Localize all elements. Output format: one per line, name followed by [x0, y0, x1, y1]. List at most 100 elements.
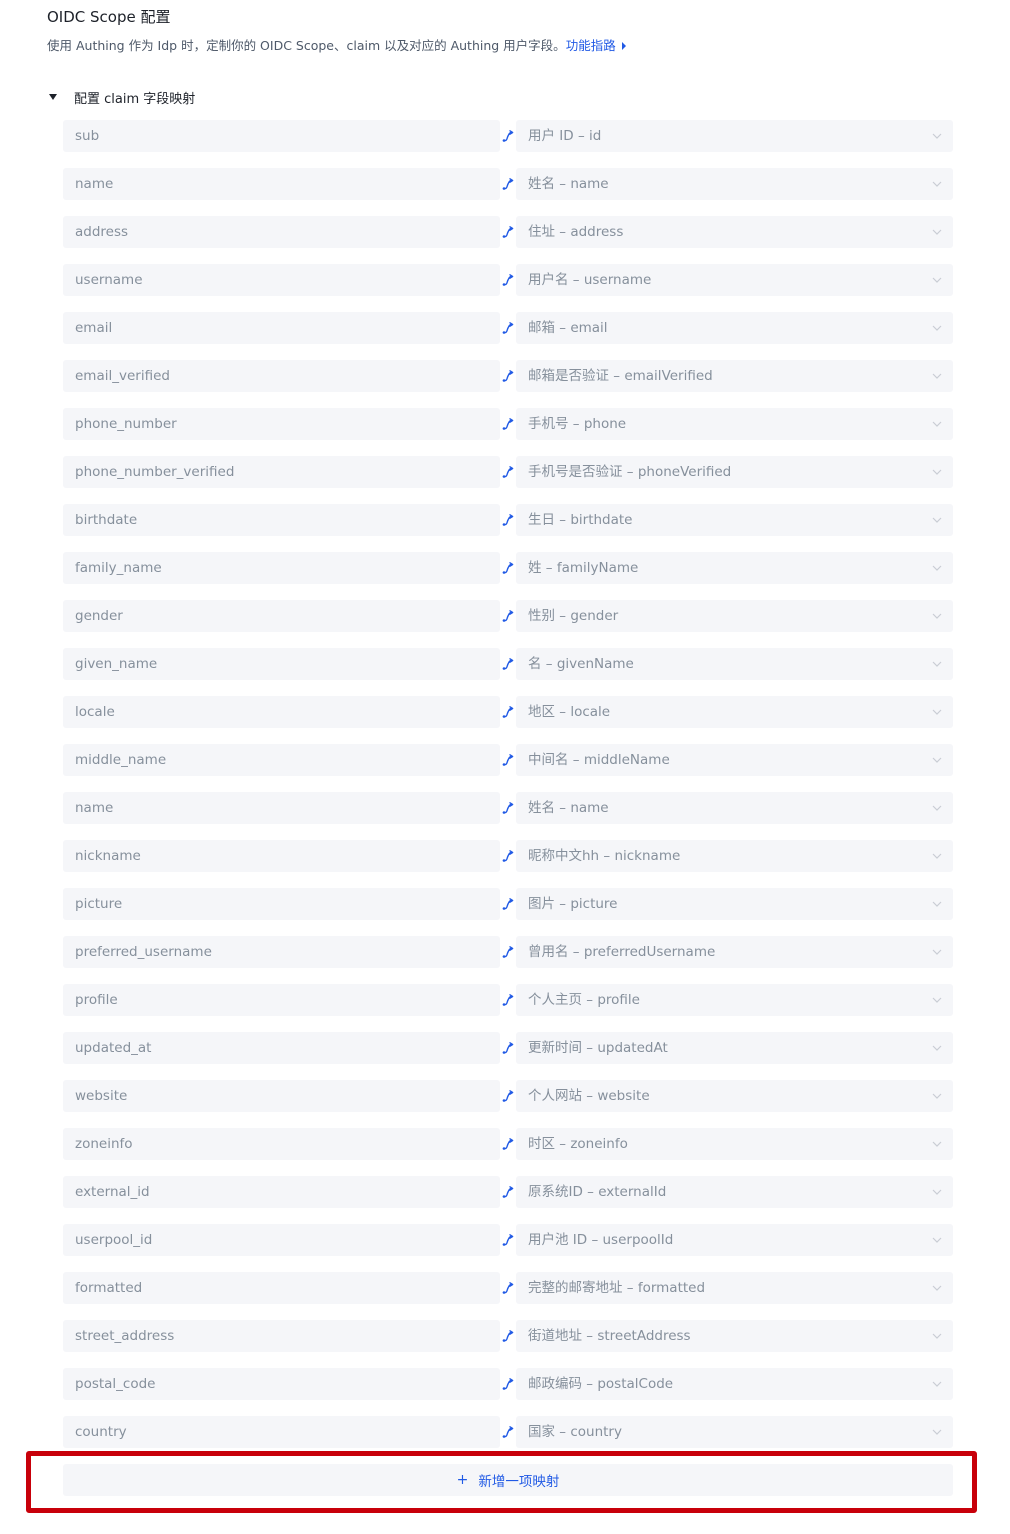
user-field-value: 手机号是否验证 – phoneVerified [528, 464, 732, 480]
user-field-select[interactable]: 地区 – locale [516, 696, 953, 728]
map-arrow-icon [500, 936, 516, 968]
user-field-select[interactable]: 邮箱 – email [516, 312, 953, 344]
user-field-select[interactable]: 个人主页 – profile [516, 984, 953, 1016]
mapping-row: given_name 名 – givenName [63, 648, 953, 680]
claim-input[interactable]: sub [63, 120, 500, 152]
claim-input[interactable]: formatted [63, 1272, 500, 1304]
map-arrow-icon [500, 264, 516, 296]
claim-mapping-section-toggle[interactable]: 配置 claim 字段映射 [47, 87, 195, 107]
user-field-value: 原系统ID – externalId [528, 1184, 667, 1200]
claim-input[interactable]: given_name [63, 648, 500, 680]
user-field-value: 个人网站 – website [528, 1088, 650, 1104]
user-field-select[interactable]: 原系统ID – externalId [516, 1176, 953, 1208]
mapping-row: updated_at 更新时间 – updatedAt [63, 1032, 953, 1064]
guide-link[interactable]: 功能指路 [566, 38, 616, 53]
chevron-down-icon [932, 613, 942, 619]
mapping-row: name 姓名 – name [63, 168, 953, 200]
mapping-row: family_name 姓 – familyName [63, 552, 953, 584]
chevron-down-icon [932, 469, 942, 475]
user-field-value: 国家 – country [528, 1424, 622, 1440]
map-arrow-icon [500, 840, 516, 872]
mapping-row: preferred_username 曾用名 – preferredUsernam… [63, 936, 953, 968]
user-field-select[interactable]: 图片 – picture [516, 888, 953, 920]
claim-input[interactable]: middle_name [63, 744, 500, 776]
user-field-select[interactable]: 姓名 – name [516, 168, 953, 200]
chevron-down-icon [932, 901, 942, 907]
user-field-value: 姓 – familyName [528, 560, 639, 576]
claim-input[interactable]: gender [63, 600, 500, 632]
claim-input[interactable]: zoneinfo [63, 1128, 500, 1160]
mapping-row: email_verified 邮箱是否验证 – emailVerified [63, 360, 953, 392]
user-field-value: 街道地址 – streetAddress [528, 1328, 691, 1344]
user-field-value: 生日 – birthdate [528, 512, 633, 528]
user-field-select[interactable]: 姓 – familyName [516, 552, 953, 584]
chevron-down-icon [932, 181, 942, 187]
map-arrow-icon [500, 504, 516, 536]
user-field-select[interactable]: 中间名 – middleName [516, 744, 953, 776]
claim-input[interactable]: website [63, 1080, 500, 1112]
user-field-select[interactable]: 国家 – country [516, 1416, 953, 1448]
user-field-select[interactable]: 名 – givenName [516, 648, 953, 680]
claim-input[interactable]: updated_at [63, 1032, 500, 1064]
user-field-select[interactable]: 用户 ID – id [516, 120, 953, 152]
claim-input[interactable]: postal_code [63, 1368, 500, 1400]
user-field-select[interactable]: 邮箱是否验证 – emailVerified [516, 360, 953, 392]
user-field-select[interactable]: 完整的邮寄地址 – formatted [516, 1272, 953, 1304]
user-field-select[interactable]: 曾用名 – preferredUsername [516, 936, 953, 968]
caret-right-icon[interactable] [621, 42, 626, 50]
claim-input[interactable]: family_name [63, 552, 500, 584]
user-field-value: 完整的邮寄地址 – formatted [528, 1280, 706, 1296]
claim-input[interactable]: phone_number [63, 408, 500, 440]
claim-input[interactable]: name [63, 168, 500, 200]
map-arrow-icon [500, 1416, 516, 1448]
user-field-value: 更新时间 – updatedAt [528, 1040, 668, 1056]
user-field-select[interactable]: 性别 – gender [516, 600, 953, 632]
claim-input[interactable]: userpool_id [63, 1224, 500, 1256]
claim-input[interactable]: profile [63, 984, 500, 1016]
page-title: OIDC Scope 配置 [47, 8, 171, 26]
claim-input[interactable]: picture [63, 888, 500, 920]
user-field-select[interactable]: 生日 – birthdate [516, 504, 953, 536]
claim-input[interactable]: preferred_username [63, 936, 500, 968]
chevron-down-icon [932, 757, 942, 763]
user-field-select[interactable]: 手机号是否验证 – phoneVerified [516, 456, 953, 488]
chevron-down-icon [932, 1381, 942, 1387]
user-field-select[interactable]: 个人网站 – website [516, 1080, 953, 1112]
chevron-down-icon [932, 133, 942, 139]
chevron-down-icon [932, 853, 942, 859]
claim-input[interactable]: external_id [63, 1176, 500, 1208]
user-field-select[interactable]: 邮政编码 – postalCode [516, 1368, 953, 1400]
user-field-select[interactable]: 更新时间 – updatedAt [516, 1032, 953, 1064]
user-field-select[interactable]: 住址 – address [516, 216, 953, 248]
mapping-row: postal_code 邮政编码 – postalCode [63, 1368, 953, 1400]
user-field-value: 姓名 – name [528, 800, 609, 816]
add-mapping-button[interactable]: + 新增一项映射 [63, 1464, 953, 1496]
mapping-row: sub 用户 ID – id [63, 120, 953, 152]
mapping-row: formatted 完整的邮寄地址 – formatted [63, 1272, 953, 1304]
claim-input[interactable]: email [63, 312, 500, 344]
caret-down-icon[interactable] [49, 94, 57, 100]
user-field-select[interactable]: 用户名 – username [516, 264, 953, 296]
claim-input[interactable]: street_address [63, 1320, 500, 1352]
user-field-select[interactable]: 手机号 – phone [516, 408, 953, 440]
claim-input[interactable]: nickname [63, 840, 500, 872]
page-subtitle: 使用 Authing 作为 Idp 时，定制你的 OIDC Scope、clai… [47, 37, 626, 55]
user-field-select[interactable]: 时区 – zoneinfo [516, 1128, 953, 1160]
claim-input[interactable]: birthdate [63, 504, 500, 536]
mapping-row: picture 图片 – picture [63, 888, 953, 920]
claim-input[interactable]: country [63, 1416, 500, 1448]
claim-input[interactable]: email_verified [63, 360, 500, 392]
claim-input[interactable]: phone_number_verified [63, 456, 500, 488]
user-field-select[interactable]: 昵称中文hh – nickname [516, 840, 953, 872]
claim-input[interactable]: locale [63, 696, 500, 728]
user-field-select[interactable]: 用户池 ID – userpoolId [516, 1224, 953, 1256]
user-field-select[interactable]: 姓名 – name [516, 792, 953, 824]
claim-input[interactable]: address [63, 216, 500, 248]
user-field-value: 用户 ID – id [528, 128, 602, 144]
user-field-select[interactable]: 街道地址 – streetAddress [516, 1320, 953, 1352]
map-arrow-icon [500, 984, 516, 1016]
claim-input[interactable]: username [63, 264, 500, 296]
claim-input[interactable]: name [63, 792, 500, 824]
mapping-list: sub 用户 ID – id name 姓名 – name address 住址 – ad… [63, 120, 953, 1464]
mapping-row: website 个人网站 – website [63, 1080, 953, 1112]
